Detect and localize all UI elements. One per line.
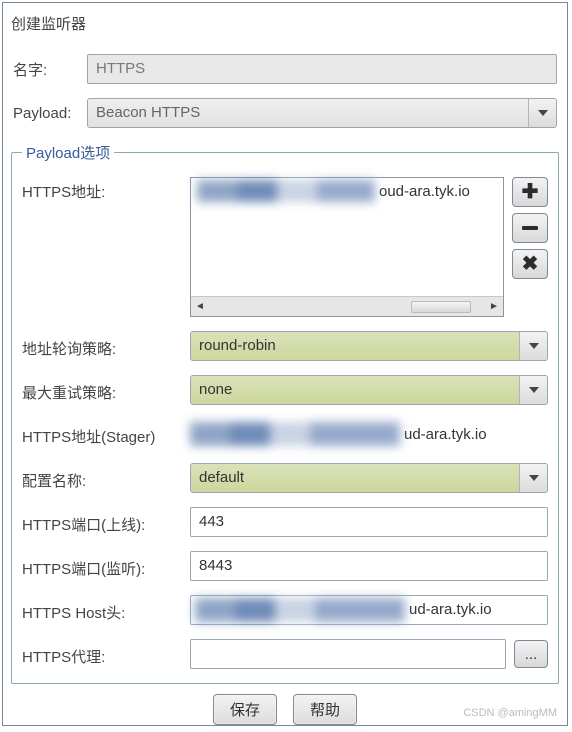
host-header-label: HTTPS Host头: [22, 598, 182, 623]
close-icon: ✖ [522, 254, 539, 274]
https-addr-tail: oud-ara.tyk.io [379, 183, 470, 200]
remove-button[interactable] [512, 213, 548, 243]
payload-select[interactable]: Beacon HTTPS [87, 98, 557, 128]
scroll-track[interactable] [209, 300, 485, 314]
profile-select[interactable]: default [190, 463, 548, 493]
retry-select[interactable]: none [190, 375, 548, 405]
payload-options-group: Payload选项 HTTPS地址: oud-ara.tyk.io ◄ [11, 142, 559, 684]
redacted-segment [190, 422, 400, 446]
payload-select-value: Beacon HTTPS [88, 99, 528, 127]
https-addr-label: HTTPS地址: [22, 177, 182, 202]
https-addr-list[interactable]: oud-ara.tyk.io ◄ ► [190, 177, 504, 317]
clear-button[interactable]: ✖ [512, 249, 548, 279]
dialog-title: 创建监听器 [3, 3, 567, 52]
scroll-thumb[interactable] [411, 301, 471, 313]
payload-label: Payload: [13, 105, 79, 122]
rotation-select[interactable]: round-robin [190, 331, 548, 361]
watermark: CSDN @amingMM [463, 707, 557, 719]
proxy-input[interactable] [190, 639, 506, 669]
redacted-segment [197, 180, 375, 202]
port-online-input[interactable]: 443 [190, 507, 548, 537]
port-online-label: HTTPS端口(上线): [22, 510, 182, 535]
host-header-tail: ud-ara.tyk.io [409, 601, 492, 619]
save-button[interactable]: 保存 [213, 694, 277, 725]
stager-field[interactable]: ud-ara.tyk.io [190, 419, 548, 449]
help-button[interactable]: 帮助 [293, 694, 357, 725]
port-listen-label: HTTPS端口(监听): [22, 554, 182, 579]
name-input[interactable]: HTTPS [87, 54, 557, 84]
horizontal-scrollbar[interactable]: ◄ ► [191, 296, 503, 316]
redacted-segment [195, 598, 405, 622]
rotation-label: 地址轮询策略: [22, 334, 182, 359]
chevron-down-icon[interactable] [519, 332, 547, 360]
add-button[interactable]: ✚ [512, 177, 548, 207]
host-header-input[interactable]: ud-ara.tyk.io [190, 595, 548, 625]
proxy-browse-button[interactable]: ... [514, 640, 548, 668]
scroll-left-icon[interactable]: ◄ [191, 298, 209, 316]
profile-value: default [191, 464, 519, 492]
rotation-value: round-robin [191, 332, 519, 360]
proxy-label: HTTPS代理: [22, 642, 182, 667]
chevron-down-icon[interactable] [519, 376, 547, 404]
chevron-down-icon[interactable] [519, 464, 547, 492]
minus-icon [522, 226, 538, 230]
profile-label: 配置名称: [22, 466, 182, 491]
retry-value: none [191, 376, 519, 404]
chevron-down-icon[interactable] [528, 99, 556, 127]
stager-tail: ud-ara.tyk.io [404, 426, 487, 443]
name-label: 名字: [13, 59, 79, 80]
plus-icon: ✚ [522, 182, 539, 202]
stager-label: HTTPS地址(Stager) [22, 422, 182, 447]
list-item[interactable]: oud-ara.tyk.io [191, 178, 503, 204]
port-listen-input[interactable]: 8443 [190, 551, 548, 581]
payload-options-legend: Payload选项 [22, 142, 114, 163]
scroll-right-icon[interactable]: ► [485, 298, 503, 316]
retry-label: 最大重试策略: [22, 378, 182, 403]
